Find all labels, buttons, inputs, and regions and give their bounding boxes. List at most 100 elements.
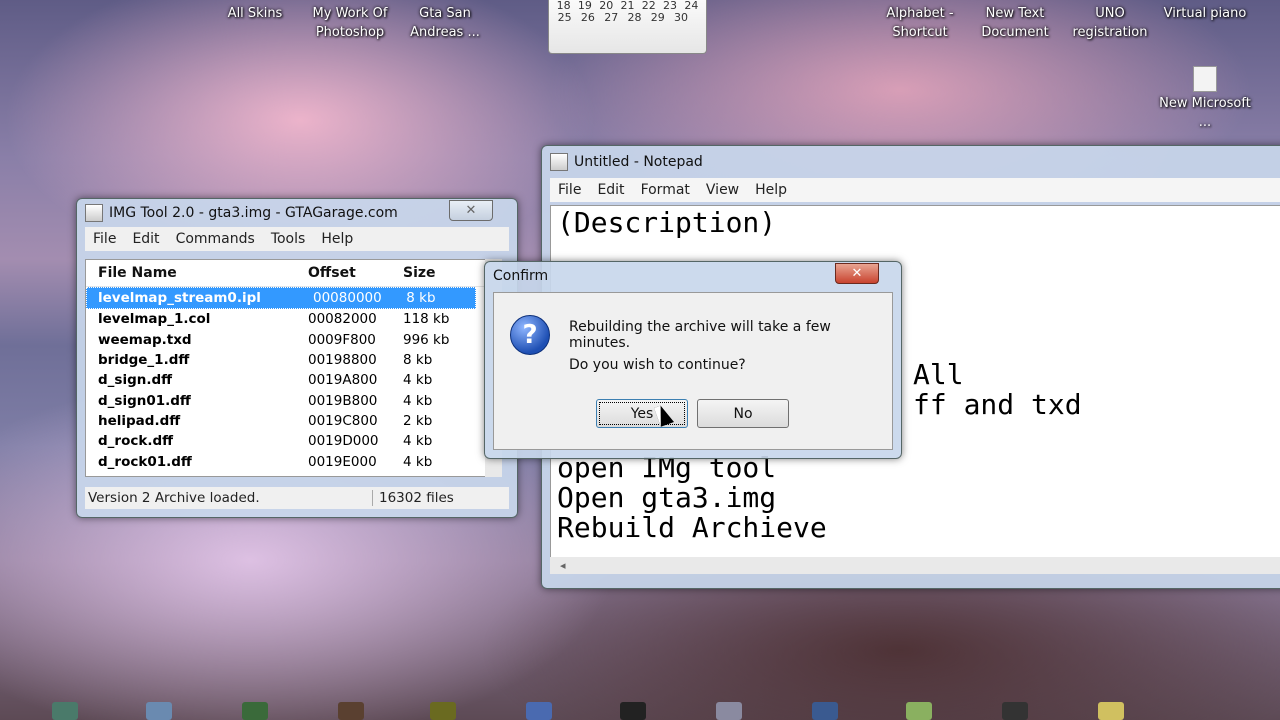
file-size: 4 kb [403, 392, 433, 409]
desktop-icon-label: New Text Document [981, 6, 1049, 40]
file-name: d_rock.dff [98, 433, 174, 450]
desktop-icon-all-skins[interactable]: All Skins [205, 4, 305, 23]
dialog-body: ? Rebuilding the archive will take a few… [493, 292, 893, 450]
imgtool-window[interactable]: IMG Tool 2.0 - gta3.img - GTAGarage.com … [76, 198, 518, 518]
file-offset: 00198800 [308, 352, 377, 369]
taskbar-app-icon[interactable] [812, 702, 838, 720]
desktop-icon-gta[interactable]: Gta San Andreas ... [395, 4, 495, 42]
taskbar-img-icon[interactable] [716, 702, 742, 720]
status-bar: Version 2 Archive loaded. 16302 files [85, 487, 509, 509]
column-header-file-name[interactable]: File Name [86, 265, 308, 281]
calendar-day[interactable]: 29 [651, 12, 665, 24]
menu-format[interactable]: Format [633, 182, 698, 198]
desktop-icon-label: UNO registration [1072, 6, 1148, 40]
calendar-day[interactable]: 30 [674, 12, 688, 24]
no-button[interactable]: No [697, 399, 789, 428]
table-row[interactable]: bridge_1.dff 00198800 8 kb [86, 350, 486, 370]
desktop-icon-label: All Skins [227, 6, 283, 21]
desktop-icon-photoshop[interactable]: My Work Of Photoshop [300, 4, 400, 42]
column-header-size[interactable]: Size [403, 265, 473, 281]
table-row[interactable]: levelmap_stream0.ipl 00080000 8 kb [86, 287, 476, 310]
file-count: 16302 files [379, 490, 454, 506]
desktop-icon-uno[interactable]: UNO registration [1060, 4, 1160, 42]
window-title: IMG Tool 2.0 - gta3.img - GTAGarage.com [109, 205, 398, 221]
taskbar-app-icon[interactable] [526, 702, 552, 720]
calendar-day[interactable]: 28 [627, 12, 641, 24]
yes-button[interactable]: Yes [596, 399, 688, 428]
menubar: File Edit Format View Help [550, 178, 1280, 202]
desktop-icon-new-microsoft[interactable]: New Microsoft ... [1155, 66, 1255, 132]
scroll-left-arrow-icon[interactable]: ◂ [560, 559, 566, 572]
file-offset: 0019B800 [308, 392, 378, 409]
file-list-header: File Name Offset Size [86, 260, 486, 287]
menu-tools[interactable]: Tools [263, 231, 314, 247]
menu-file[interactable]: File [85, 231, 124, 247]
editor-line: (Description) [557, 206, 777, 239]
notepad-titlebar[interactable]: Untitled - Notepad [542, 146, 1280, 178]
menu-commands[interactable]: Commands [168, 231, 263, 247]
menu-help[interactable]: Help [313, 231, 361, 247]
calendar-day[interactable]: 25 [558, 12, 572, 24]
menu-file[interactable]: File [550, 182, 589, 198]
file-size: 8 kb [406, 290, 436, 307]
file-name: d_rock01.dff [98, 453, 192, 470]
file-offset: 0019A800 [308, 372, 378, 389]
desktop-icon-label: Gta San Andreas ... [410, 6, 480, 40]
desktop-icon-label: Alphabet - Shortcut [886, 6, 954, 40]
file-size: 4 kb [403, 372, 433, 389]
editor-line: All [913, 358, 964, 391]
desktop-icon-label: Virtual piano [1163, 6, 1247, 21]
notepad-app-icon [550, 153, 568, 171]
table-row[interactable]: d_sign01.dff 0019B800 4 kb [86, 390, 486, 410]
editor-line: Rebuild Archieve [557, 511, 827, 544]
taskbar-app-icon[interactable] [906, 702, 932, 720]
status-text: Version 2 Archive loaded. [85, 490, 373, 506]
close-button[interactable]: ✕ [449, 200, 493, 221]
file-size: 996 kb [403, 331, 450, 348]
dialog-question: Do you wish to continue? [569, 357, 746, 373]
desktop-icon-alphabet[interactable]: Alphabet - Shortcut [870, 4, 970, 42]
calendar-day[interactable]: 27 [604, 12, 618, 24]
file-offset: 0019D000 [308, 433, 379, 450]
column-header-offset[interactable]: Offset [308, 265, 403, 281]
taskbar-app-icon[interactable] [338, 702, 364, 720]
taskbar-app-icon[interactable] [430, 702, 456, 720]
file-size: 4 kb [403, 433, 433, 450]
file-offset: 0019C800 [308, 412, 378, 429]
table-row[interactable]: helipad.dff 0019C800 2 kb [86, 411, 486, 431]
table-row[interactable]: weemap.txd 0009F800 996 kb [86, 330, 486, 350]
taskbar-img-icon[interactable] [242, 702, 268, 720]
taskbar-app-icon[interactable] [620, 702, 646, 720]
menu-view[interactable]: View [698, 182, 747, 198]
table-row[interactable]: d_rock01.dff 0019E000 4 kb [86, 451, 486, 471]
menubar: File Edit Commands Tools Help [85, 227, 509, 251]
calendar-gadget[interactable]: 18 19 20 21 22 23 24 25 26 27 28 29 30 [548, 0, 707, 54]
taskbar-app-icon[interactable] [1002, 702, 1028, 720]
table-row[interactable]: d_rock.dff 0019D000 4 kb [86, 431, 486, 451]
taskbar-app-icon[interactable] [146, 702, 172, 720]
menu-edit[interactable]: Edit [589, 182, 632, 198]
calendar-day[interactable]: 26 [581, 12, 595, 24]
file-size: 118 kb [403, 311, 450, 328]
close-button[interactable]: ✕ [835, 263, 879, 284]
table-row[interactable]: d_sign.dff 0019A800 4 kb [86, 370, 486, 390]
imgtool-app-icon [85, 204, 103, 222]
horizontal-scrollbar[interactable]: ◂ [550, 557, 1280, 574]
file-name: weemap.txd [98, 331, 192, 348]
file-name: levelmap_stream0.ipl [98, 290, 261, 307]
file-offset: 00080000 [313, 290, 382, 307]
desktop-icon-label: My Work Of Photoshop [312, 6, 388, 40]
menu-edit[interactable]: Edit [124, 231, 167, 247]
file-list[interactable]: File Name Offset Size levelmap_stream0.i… [85, 259, 487, 477]
taskbar-app-icon[interactable] [1098, 702, 1124, 720]
file-size: 8 kb [403, 352, 433, 369]
desktop-icon-new-text[interactable]: New Text Document [965, 4, 1065, 42]
taskbar-app-icon[interactable] [52, 702, 78, 720]
file-offset: 0009F800 [308, 331, 376, 348]
table-row[interactable]: levelmap_1.col 00082000 118 kb [86, 309, 486, 329]
document-icon [1193, 66, 1217, 92]
confirm-dialog[interactable]: Confirm ✕ ? Rebuilding the archive will … [484, 261, 902, 459]
desktop-icon-virtual-piano[interactable]: Virtual piano [1155, 4, 1255, 23]
file-name: bridge_1.dff [98, 352, 190, 369]
menu-help[interactable]: Help [747, 182, 795, 198]
